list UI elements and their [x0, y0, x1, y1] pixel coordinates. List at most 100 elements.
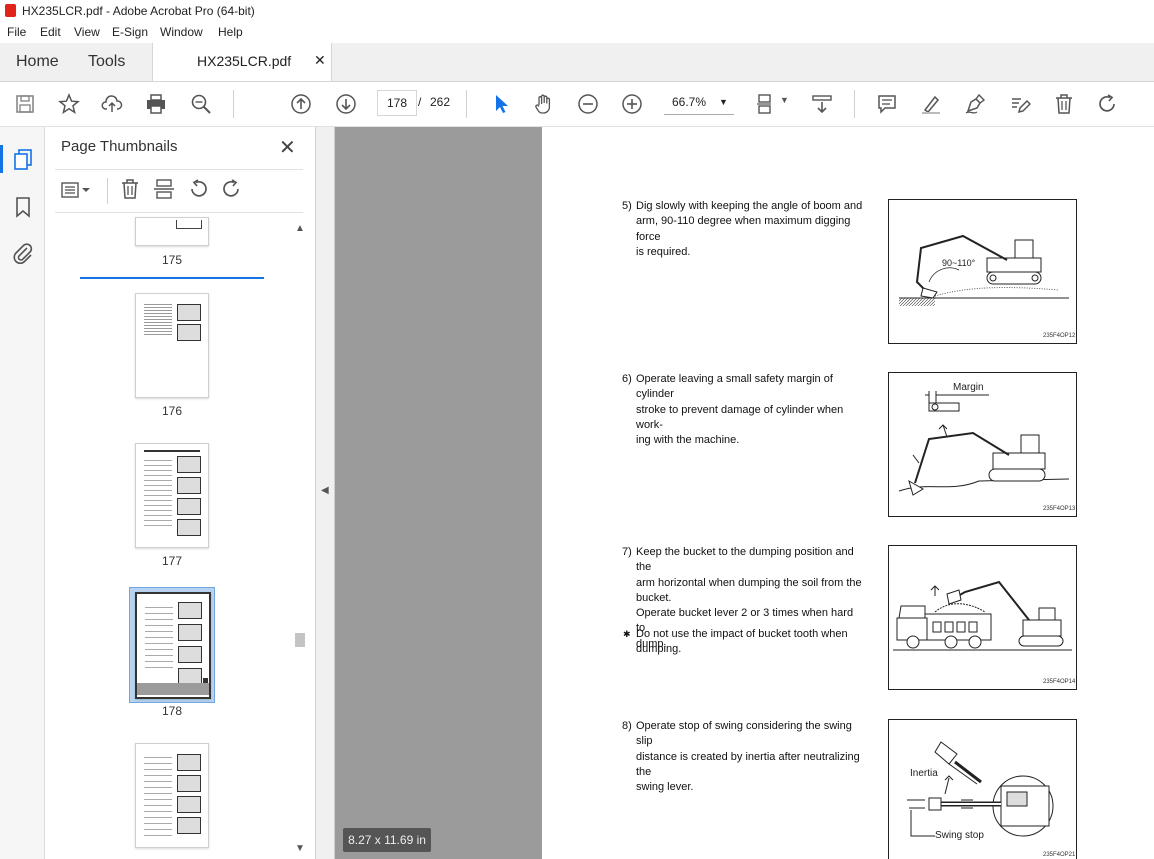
delete-icon[interactable]: [1052, 92, 1076, 116]
tab-tools[interactable]: Tools: [88, 53, 125, 71]
hand-icon[interactable]: [532, 92, 556, 116]
resize-handle[interactable]: [203, 678, 208, 683]
scrollbar-thumb[interactable]: [295, 633, 305, 647]
page-thumbnails-icon[interactable]: [11, 147, 35, 171]
thumb-figure: [176, 220, 202, 229]
upload-icon[interactable]: [100, 92, 124, 116]
page-down-icon[interactable]: [334, 92, 358, 116]
delete-page-icon[interactable]: [119, 178, 143, 202]
page-thumbnail-178[interactable]: [135, 592, 211, 699]
thumb-figure: [177, 796, 201, 813]
thumb-text: [144, 752, 172, 837]
margin-label: Margin: [953, 382, 984, 393]
text-line: Keep the bucket to the dumping position …: [636, 546, 854, 574]
angle-label: 90~110°: [942, 258, 976, 268]
toolbar-separator: [233, 90, 234, 118]
cursor-icon[interactable]: [489, 92, 513, 116]
panel-splitter[interactable]: ◀: [316, 127, 335, 859]
page-thumbnail-177[interactable]: [135, 443, 209, 548]
thumb-figure: [177, 775, 201, 792]
active-indicator: [0, 145, 3, 173]
page-thumbnail-176[interactable]: [135, 293, 209, 398]
options-menu-icon[interactable]: [61, 178, 90, 202]
page-number-input[interactable]: 178: [377, 90, 417, 116]
sign-icon[interactable]: [963, 92, 987, 116]
comment-icon[interactable]: [875, 92, 899, 116]
menu-window[interactable]: Window: [160, 25, 203, 39]
thumb-header: [144, 450, 200, 452]
highlight-icon[interactable]: [919, 92, 943, 116]
bookmark-icon[interactable]: [11, 195, 35, 219]
redo-icon[interactable]: [1096, 92, 1120, 116]
thumb-figure: [178, 646, 202, 663]
step-note: Do not use the impact of bucket tooth wh…: [636, 627, 864, 658]
close-tab-icon[interactable]: ✕: [314, 52, 326, 69]
zoom-value: 66.7%: [672, 95, 707, 109]
text-line: Operate leaving a small safety margin of…: [636, 373, 833, 401]
text-line: Do not use the impact of bucket tooth wh…: [636, 628, 848, 640]
thumb-viewport-shade: [137, 683, 209, 695]
note-mark: ✱: [623, 629, 631, 639]
figure-code: 235F4OP12: [1043, 333, 1076, 339]
collapse-panel-icon[interactable]: ◀: [321, 485, 329, 496]
menu-edit[interactable]: Edit: [40, 25, 61, 39]
text-line: dumping.: [636, 643, 682, 656]
text-line: distance is created by inertia after neu…: [636, 750, 860, 778]
zoom-in-icon[interactable]: [620, 92, 644, 116]
star-icon[interactable]: [57, 92, 81, 116]
rotate-right-icon[interactable]: [221, 178, 245, 202]
scroll-up-icon[interactable]: ▲: [295, 223, 305, 234]
figure-code: 235F4OP21: [1043, 852, 1076, 858]
zoom-select[interactable]: 66.7% ▼: [664, 90, 734, 115]
text-line: bucket.: [636, 591, 672, 604]
print-icon[interactable]: [144, 92, 168, 116]
step-text: Operate stop of swing considering the sw…: [636, 719, 864, 795]
menu-view[interactable]: View: [74, 25, 100, 39]
step-number: 5): [622, 200, 632, 212]
rotate-left-icon[interactable]: [187, 178, 211, 202]
panel-title: Page Thumbnails: [61, 138, 178, 155]
thumb-figure: [178, 624, 202, 641]
save-icon[interactable]: [13, 92, 37, 116]
page-thumbnail-175[interactable]: [135, 217, 209, 246]
figure-code: 235F4OP14: [1043, 679, 1076, 685]
zoom-out-icon[interactable]: [576, 92, 600, 116]
thumb-text: [144, 456, 172, 526]
thumbnails-panel: Page Thumbnails ✕ 175 176 177 178 ▲ ▼: [45, 127, 316, 859]
tab-document[interactable]: HX235LCR.pdf ✕: [152, 43, 332, 81]
tab-document-label: HX235LCR.pdf: [197, 53, 292, 69]
thumb-figure: [177, 754, 201, 771]
text-line: ing with the machine.: [636, 434, 740, 447]
tab-home[interactable]: Home: [16, 53, 59, 71]
fit-page-icon[interactable]: [754, 92, 778, 116]
figure-dig-angle: 90~110° 235F4OP12: [888, 199, 1077, 344]
text-line: Dig slowly with keeping the angle of boo…: [636, 200, 863, 212]
figure-cylinder-margin: Margin 235F4OP13: [888, 372, 1077, 517]
text-line: swing lever.: [636, 781, 694, 794]
close-panel-icon[interactable]: ✕: [279, 135, 296, 160]
search-icon[interactable]: [189, 92, 213, 116]
left-nav-rail: [0, 127, 45, 859]
menu-esign[interactable]: E-Sign: [112, 25, 148, 39]
insert-page-icon[interactable]: [153, 178, 177, 202]
menu-help[interactable]: Help: [218, 25, 243, 39]
page-up-icon[interactable]: [289, 92, 313, 116]
toolbar-separator: [854, 90, 855, 118]
thumbnail-label: 178: [161, 704, 183, 718]
attachment-icon[interactable]: [11, 241, 35, 265]
thumbnail-scrollbar[interactable]: ▲ ▼: [293, 223, 307, 859]
page-separator: /: [418, 95, 422, 109]
toolbar-separator: [466, 90, 467, 118]
thumbnail-label: 175: [161, 253, 183, 267]
text-line: stroke to prevent damage of cylinder whe…: [636, 403, 844, 431]
scroll-mode-icon[interactable]: [810, 92, 834, 116]
scroll-down-icon[interactable]: ▼: [295, 843, 305, 854]
text-line: arm, 90-110 degree when maximum digging …: [636, 215, 851, 243]
tab-bar: Home Tools HX235LCR.pdf ✕: [0, 43, 1154, 82]
edit-icon[interactable]: [1008, 92, 1032, 116]
thumb-figure: [178, 602, 202, 619]
chevron-down-icon[interactable]: ▼: [780, 95, 789, 105]
document-view[interactable]: 5) Dig slowly with keeping the angle of …: [335, 127, 1154, 859]
page-thumbnail-179[interactable]: [135, 743, 209, 848]
menu-file[interactable]: File: [7, 25, 26, 39]
